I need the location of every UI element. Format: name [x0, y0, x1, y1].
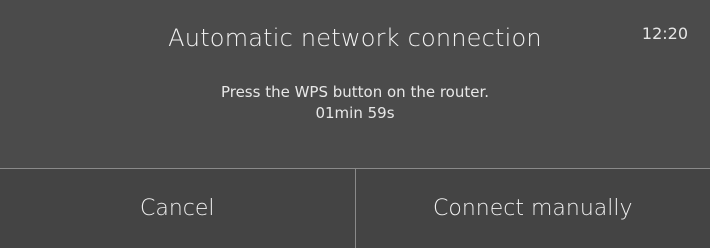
clock: 12:20 [641, 24, 688, 43]
cancel-button[interactable]: Cancel [0, 169, 356, 248]
dialog-title: Automatic network connection [168, 24, 542, 52]
dialog-content: Automatic network connection 12:20 Press… [0, 0, 710, 168]
connect-manually-button[interactable]: Connect manually [355, 169, 710, 248]
button-bar: Cancel Connect manually [0, 169, 710, 248]
wps-dialog: Automatic network connection 12:20 Press… [0, 0, 710, 248]
countdown-timer: 01min 59s [315, 104, 395, 122]
dialog-message: Press the WPS button on the router. 01mi… [0, 82, 710, 124]
instruction-text: Press the WPS button on the router. [220, 83, 490, 101]
